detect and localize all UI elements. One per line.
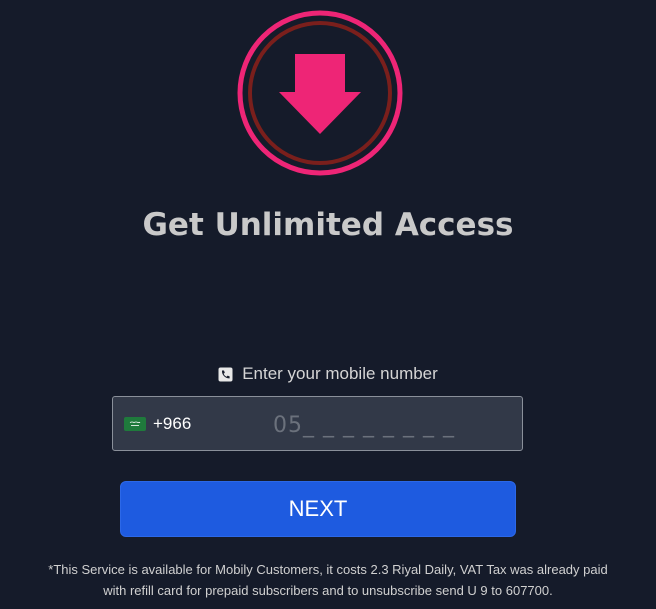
disclaimer-line-1: *This Service is available for Mobily Cu… xyxy=(48,562,608,577)
phone-number-field[interactable]: +966 xyxy=(112,396,523,451)
disclaimer-line-2: with refill card for prepaid subscribers… xyxy=(103,583,553,598)
phone-label-text: Enter your mobile number xyxy=(242,364,438,383)
phone-icon xyxy=(218,367,233,381)
next-button[interactable]: NEXT xyxy=(120,481,516,537)
download-arrow-icon xyxy=(237,10,403,176)
flag-emblem xyxy=(129,421,141,426)
arrow-shape xyxy=(279,54,361,134)
saudi-flag-icon xyxy=(124,417,146,431)
phone-label: Enter your mobile number xyxy=(0,364,656,384)
country-code: +966 xyxy=(153,414,192,433)
disclaimer: *This Service is available for Mobily Cu… xyxy=(0,559,656,601)
page-title: Get Unlimited Access xyxy=(142,207,514,243)
phone-input[interactable] xyxy=(273,407,498,443)
